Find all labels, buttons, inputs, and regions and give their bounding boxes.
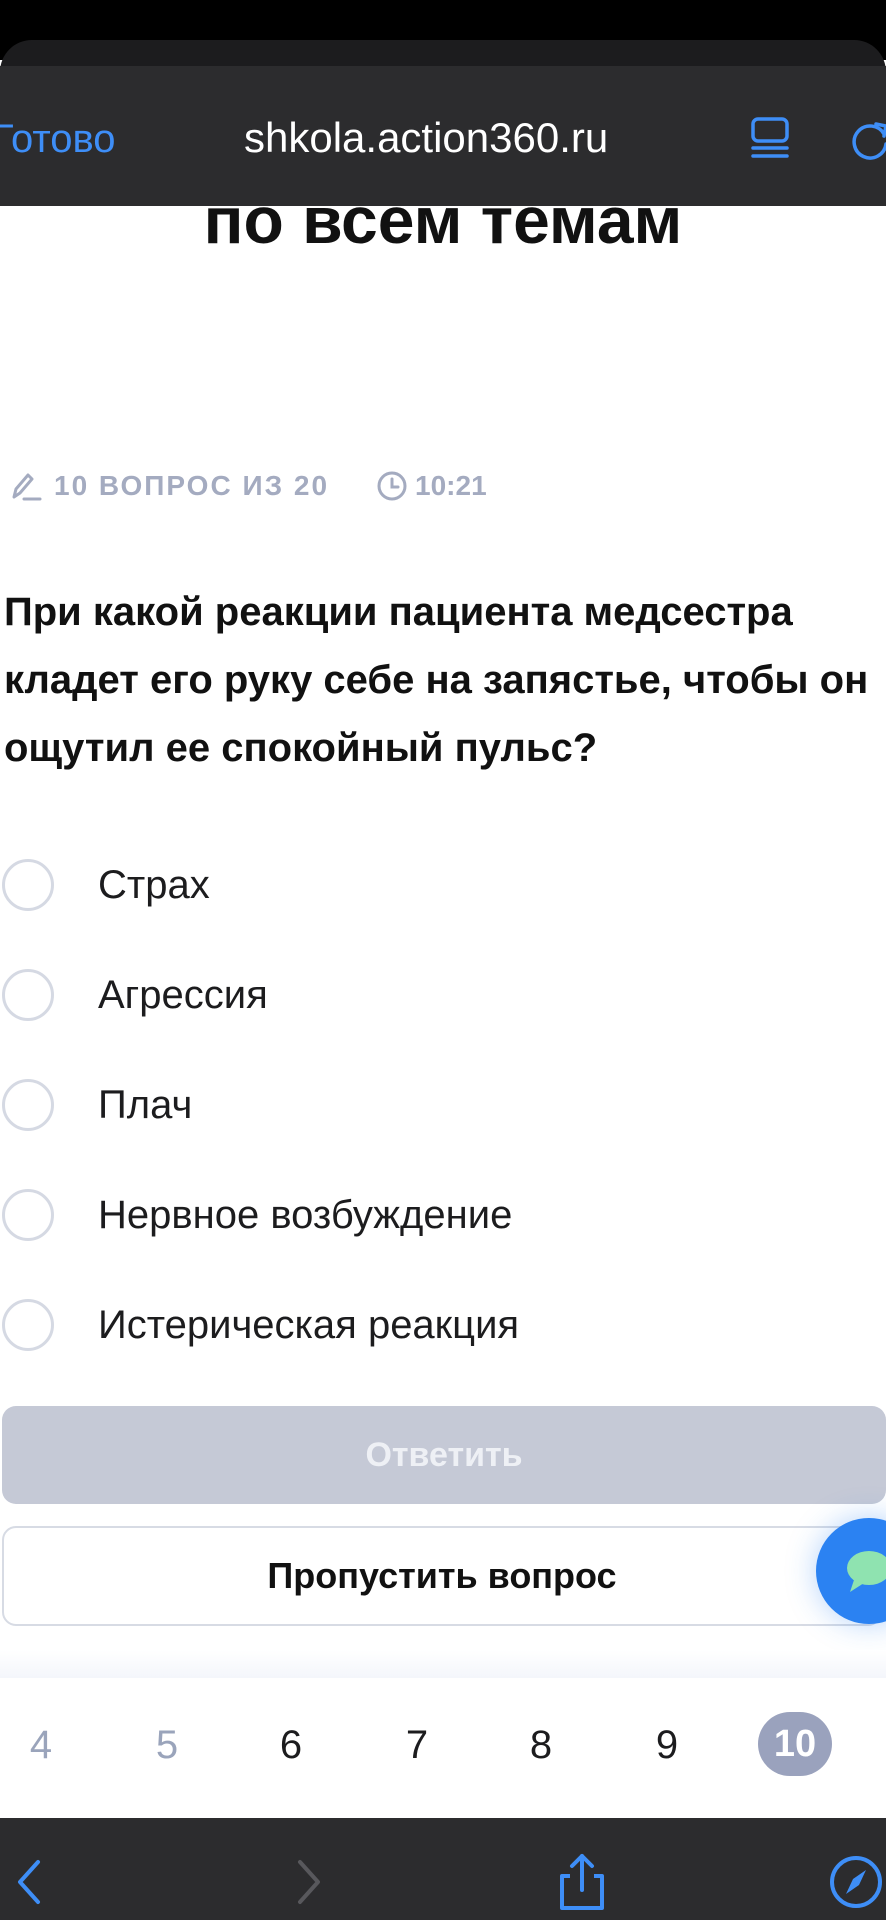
done-button[interactable]: Готово (0, 114, 116, 164)
timer-value: 10:21 (415, 470, 487, 501)
question-pager: 4 5 6 7 8 9 10 (0, 1700, 886, 1790)
url-label[interactable]: shkola.action360.ru (244, 110, 644, 166)
page-number[interactable]: 6 (256, 1700, 326, 1790)
timer: 10:21 (375, 469, 487, 503)
answer-option-label: Нервное возбуждение (98, 1192, 513, 1237)
question-progress: 10 ВОПРОС ИЗ 20 (54, 470, 330, 501)
share-icon[interactable] (552, 1852, 612, 1912)
answer-option[interactable]: Нервное возбуждение (0, 1160, 886, 1270)
page-number[interactable]: 5 (132, 1700, 202, 1790)
page-number[interactable]: 4 (6, 1700, 76, 1790)
page-number[interactable]: 8 (506, 1700, 576, 1790)
current-page-number[interactable]: 10 (758, 1712, 832, 1776)
answer-options: Страх Агрессия Плач Нервное возбуждение … (0, 830, 886, 1380)
answer-option[interactable]: Истерическая реакция (0, 1270, 886, 1380)
clock-icon (377, 471, 407, 501)
page-number[interactable]: 9 (632, 1700, 702, 1790)
radio-button[interactable] (2, 1189, 54, 1241)
radio-button[interactable] (2, 969, 54, 1021)
answer-option-label: Страх (98, 862, 210, 907)
answer-option[interactable]: Агрессия (0, 940, 886, 1050)
answer-option-label: Истерическая реакция (98, 1302, 520, 1347)
answer-option-label: Агрессия (98, 972, 268, 1017)
radio-button[interactable] (2, 859, 54, 911)
page-number[interactable]: 7 (382, 1700, 452, 1790)
browser-bottom-bar (0, 1818, 886, 1920)
question-text: При какой реакции пациента медсестра кла… (4, 590, 869, 770)
reload-icon[interactable] (846, 114, 886, 162)
radio-button[interactable] (2, 1079, 54, 1131)
forward-arrow-icon[interactable] (278, 1852, 338, 1912)
reader-view-icon[interactable] (746, 114, 794, 162)
back-arrow-icon[interactable] (2, 1852, 62, 1912)
answer-option-label: Плач (98, 1082, 193, 1127)
answer-button[interactable]: Ответить (2, 1406, 886, 1504)
chat-icon (847, 1551, 886, 1592)
pencil-icon (12, 473, 42, 501)
pager-divider (0, 1650, 886, 1678)
radio-button[interactable] (2, 1299, 54, 1351)
skip-question-button[interactable]: Пропустить вопрос (2, 1526, 882, 1626)
quiz-page: Готово shkola.action360.ru по всем темам… (0, 0, 886, 1920)
answer-option[interactable]: Плач (0, 1050, 886, 1160)
answer-option[interactable]: Страх (0, 830, 886, 940)
quiz-meta: 10 ВОПРОС ИЗ 20 10:21 (8, 464, 487, 508)
compass-icon[interactable] (826, 1852, 886, 1912)
